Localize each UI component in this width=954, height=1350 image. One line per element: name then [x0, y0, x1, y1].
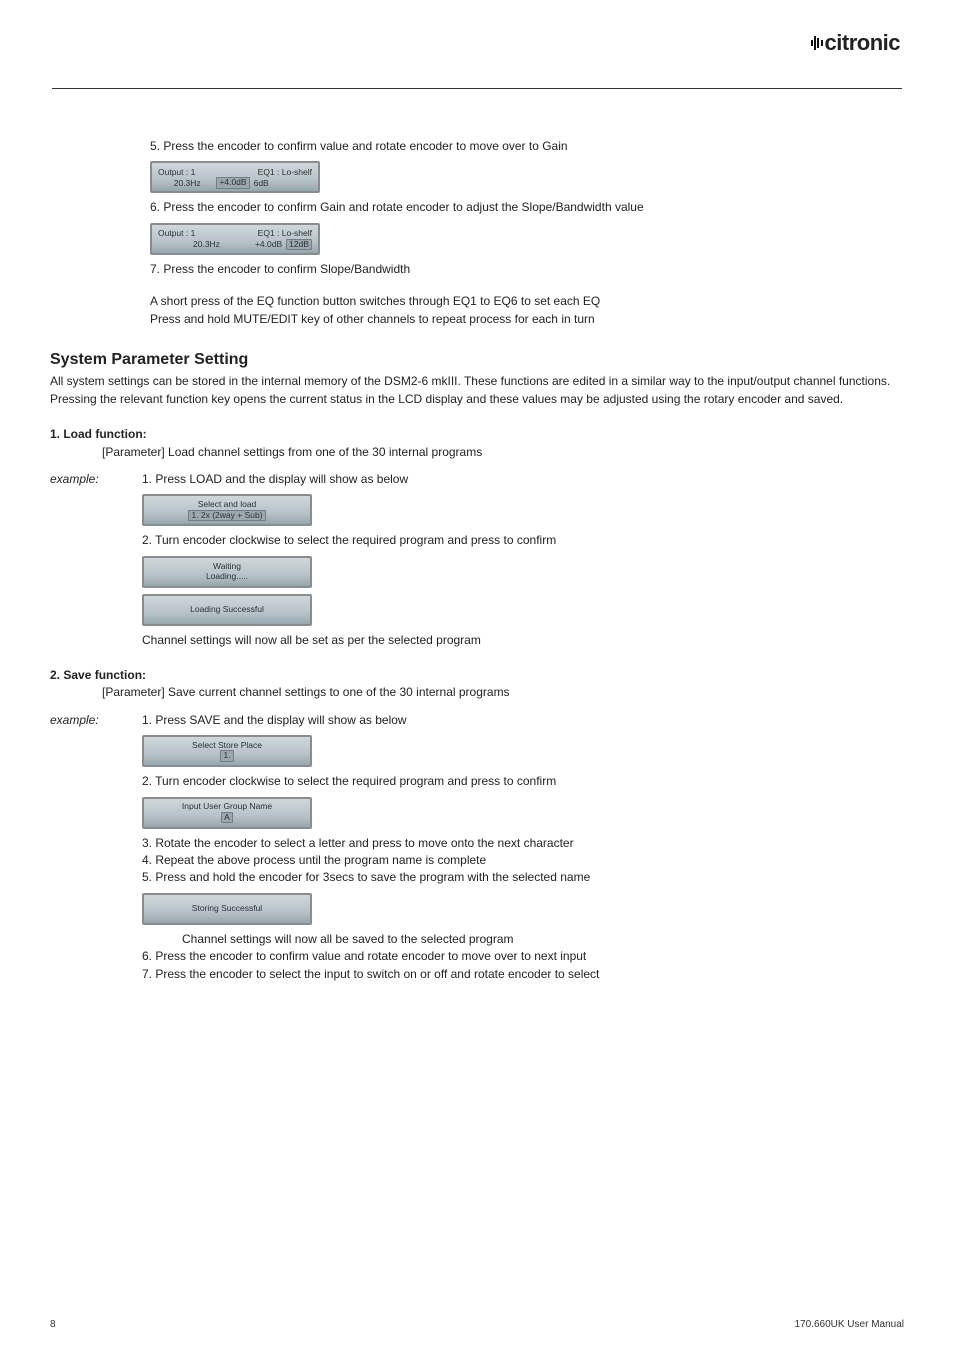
save-end-note: Channel settings will now all be saved t…	[182, 931, 904, 948]
lcd-load-2-l2: Loading.....	[150, 572, 304, 582]
load-example-label: example:	[50, 471, 142, 488]
brand-bars-icon	[810, 36, 824, 50]
save-example-label: example:	[50, 712, 142, 729]
lcd-step5: Output : 1 EQ1 : Lo-shelf 20.3Hz +4.0dB …	[150, 161, 320, 193]
lcd-load-3: Loading Successful	[142, 594, 312, 626]
save-step-5: 5. Press and hold the encoder for 3secs …	[142, 869, 904, 886]
save-step-1: 1. Press SAVE and the display will show …	[142, 712, 904, 729]
save-step-3: 3. Rotate the encoder to select a letter…	[142, 835, 904, 852]
brand-text: citronic	[825, 30, 900, 56]
lcd-save-1-l1: Select Store Place	[150, 741, 304, 751]
lcd-save-3: Storing Successful	[142, 893, 312, 925]
system-parameter-heading: System Parameter Setting	[50, 348, 904, 371]
load-step-2: 2. Turn encoder clockwise to select the …	[142, 532, 904, 549]
save-step-7: 7. Press the encoder to select the input…	[142, 966, 904, 983]
lcd-step5-r2-right: 6dB	[250, 177, 312, 189]
step-6-text: 6. Press the encoder to confirm Gain and…	[150, 199, 904, 216]
lcd-step5-r2-left: 20.3Hz	[158, 177, 216, 189]
load-function-heading: 1. Load function:	[50, 426, 904, 443]
page-number: 8	[50, 1319, 56, 1330]
lcd-step6-r2-left: 20.3Hz	[158, 238, 255, 250]
lcd-step6-r2-right: 12dB	[286, 239, 312, 250]
lcd-load-1-l1: Select and load	[150, 500, 304, 510]
save-function-heading: 2. Save function:	[50, 667, 904, 684]
eq-note-2: Press and hold MUTE/EDIT key of other ch…	[150, 310, 904, 328]
load-end-note: Channel settings will now all be set as …	[142, 632, 904, 649]
load-function-parameter: [Parameter] Load channel settings from o…	[102, 444, 904, 461]
system-parameter-paragraph: All system settings can be stored in the…	[50, 373, 894, 408]
lcd-save-2-l2: A	[221, 812, 233, 823]
load-step-1: 1. Press LOAD and the display will show …	[142, 471, 904, 488]
step-7-text: 7. Press the encoder to confirm Slope/Ba…	[150, 261, 904, 278]
lcd-save-2-l1: Input User Group Name	[150, 802, 304, 812]
eq-note-1: A short press of the EQ function button …	[150, 292, 904, 310]
step-5-text: 5. Press the encoder to confirm value an…	[150, 138, 904, 155]
save-step-6: 6. Press the encoder to confirm value an…	[142, 948, 904, 965]
lcd-load-3-l1: Loading Successful	[150, 605, 304, 615]
manual-id: 170.660UK User Manual	[794, 1319, 904, 1330]
lcd-save-3-l1: Storing Successful	[150, 904, 304, 914]
lcd-load-1: Select and load 1. 2x (2way + Sub)	[142, 494, 312, 526]
save-function-parameter: [Parameter] Save current channel setting…	[102, 684, 904, 701]
lcd-step6: Output : 1 EQ1 : Lo-shelf 20.3Hz +4.0dB …	[150, 223, 320, 255]
top-divider	[52, 88, 902, 89]
lcd-step6-r2-mid: +4.0dB	[255, 238, 282, 250]
lcd-load-2: Waiting Loading.....	[142, 556, 312, 588]
brand-logo: citronic	[810, 30, 900, 56]
save-step-4: 4. Repeat the above process until the pr…	[142, 852, 904, 869]
lcd-save-1-l2: 1.	[220, 750, 233, 761]
lcd-step5-r2-mid: +4.0dB	[216, 177, 249, 188]
lcd-save-2: Input User Group Name A	[142, 797, 312, 829]
save-step-2: 2. Turn encoder clockwise to select the …	[142, 773, 904, 790]
lcd-save-1: Select Store Place 1.	[142, 735, 312, 767]
lcd-load-1-l2: 1. 2x (2way + Sub)	[188, 510, 265, 521]
